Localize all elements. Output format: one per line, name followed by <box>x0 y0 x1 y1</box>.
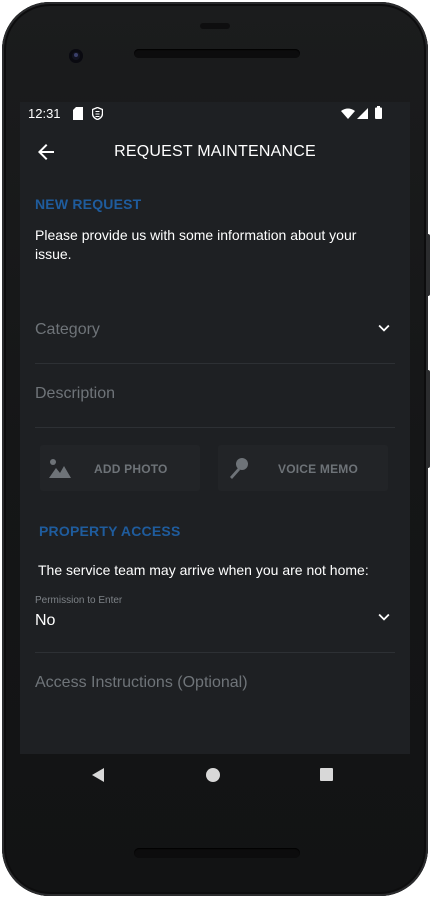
description-field[interactable]: Description <box>20 366 410 426</box>
intro-text: Please provide us with some information … <box>35 227 357 262</box>
permission-label: Permission to Enter <box>35 595 123 606</box>
chevron-down-icon <box>378 613 390 621</box>
permission-divider <box>35 652 395 653</box>
microphone-icon <box>230 458 248 479</box>
wifi-icon <box>341 108 355 119</box>
category-dropdown[interactable]: Category <box>20 302 410 362</box>
access-instructions-field[interactable]: Access Instructions (Optional) <box>20 654 410 714</box>
front-camera <box>69 49 83 63</box>
app-screen: 12:31 REQUEST MAINTENANCE NEW REQUEST Pl… <box>20 102 410 754</box>
add-photo-label: ADD PHOTO <box>94 462 168 476</box>
nav-home-icon[interactable] <box>206 768 220 782</box>
add-photo-button[interactable]: ADD PHOTO <box>40 445 200 491</box>
new-request-heading: NEW REQUEST <box>35 196 142 212</box>
access-instructions-label: Access Instructions (Optional) <box>35 674 248 691</box>
category-label: Category <box>35 321 100 338</box>
voice-memo-button[interactable]: VOICE MEMO <box>218 445 388 491</box>
status-bar: 12:31 <box>20 102 410 126</box>
volume-button <box>426 370 430 468</box>
access-note: The service team may arrive when you are… <box>38 562 369 578</box>
power-button <box>426 234 430 296</box>
app-bar: REQUEST MAINTENANCE <box>20 126 410 178</box>
nav-back-icon[interactable] <box>92 768 104 782</box>
description-divider <box>35 427 395 428</box>
vpn-icon <box>92 107 103 120</box>
chevron-down-icon <box>378 324 390 332</box>
voice-memo-label: VOICE MEMO <box>278 462 359 476</box>
image-icon <box>49 459 71 478</box>
sd-card-icon <box>73 107 83 120</box>
bottom-speaker <box>134 848 300 858</box>
battery-icon <box>375 106 382 119</box>
permission-value: No <box>35 612 56 629</box>
category-divider <box>35 363 395 364</box>
property-access-heading: PROPERTY ACCESS <box>39 523 181 539</box>
earpiece-slot <box>200 23 230 29</box>
status-time: 12:31 <box>28 106 61 121</box>
description-label: Description <box>35 385 116 402</box>
page-title: REQUEST MAINTENANCE <box>114 143 316 160</box>
nav-recents-icon[interactable] <box>320 768 333 781</box>
cell-signal-icon <box>357 108 368 119</box>
system-nav-bar <box>20 754 410 796</box>
top-speaker <box>134 49 300 58</box>
